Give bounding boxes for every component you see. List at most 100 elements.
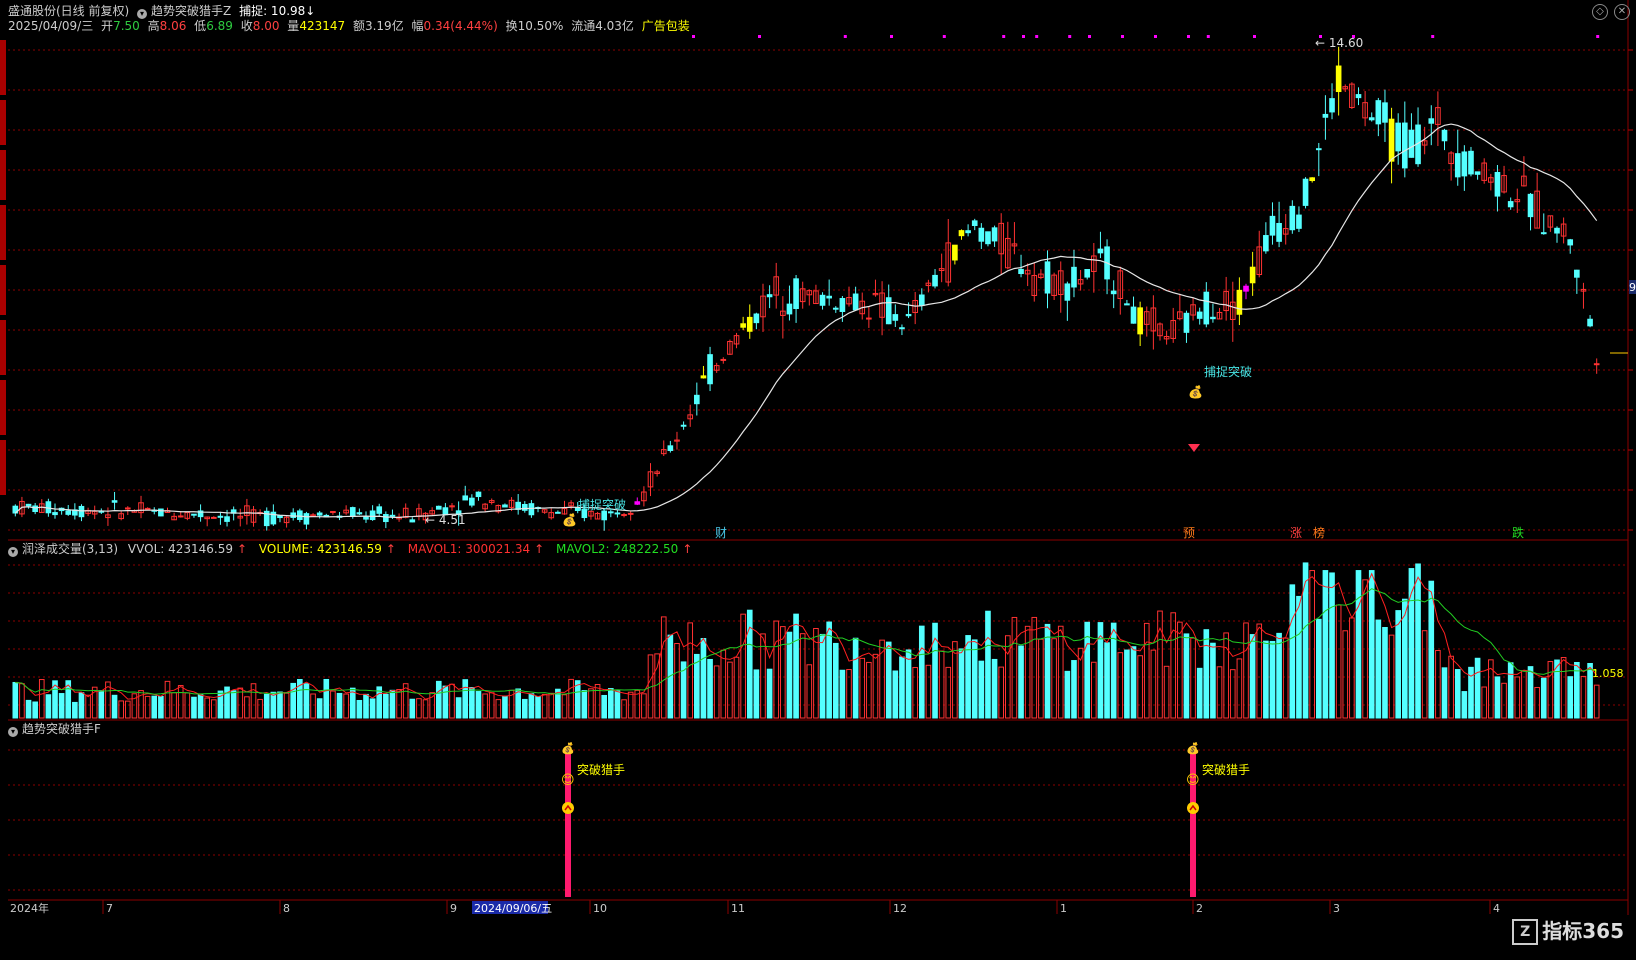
candle-body: [177, 515, 184, 518]
volume-bar: [1322, 570, 1329, 719]
volume-bar: [85, 694, 91, 719]
volume-bar: [151, 695, 158, 719]
volume-bar: [561, 694, 568, 719]
sidebar-tab[interactable]: [0, 440, 6, 495]
candle-body: [958, 230, 965, 237]
indicator-name[interactable]: 趋势突破猎手Z: [151, 4, 231, 18]
volume-bar: [462, 679, 469, 719]
volume-settings-icon[interactable]: ▾: [8, 547, 18, 557]
volume-bar: [746, 609, 753, 719]
collapse-icon[interactable]: ◇: [1592, 4, 1608, 20]
signal-dot: [1187, 35, 1190, 38]
sidebar-tab[interactable]: [0, 40, 6, 95]
indicator-panel-name[interactable]: 趋势突破猎手F: [22, 722, 101, 736]
close-value: 8.00: [252, 19, 280, 33]
signal-dot: [692, 35, 695, 38]
x-month-label-9: 9: [450, 902, 457, 915]
candle-body: [210, 516, 217, 519]
volume-bar: [1117, 652, 1124, 719]
volume-label: 量: [287, 19, 300, 33]
volume-bar: [495, 699, 502, 719]
sidebar-tab[interactable]: [0, 205, 6, 260]
candle-body: [1196, 311, 1203, 319]
volume-bar: [1481, 686, 1488, 719]
candle-body: [462, 495, 469, 501]
candle-body: [1408, 129, 1415, 158]
volume-bar: [905, 649, 912, 719]
indicator-settings-icon[interactable]: ▾: [137, 9, 148, 19]
candle-body: [1130, 306, 1137, 324]
volume-bar: [978, 660, 985, 719]
candle-body: [793, 278, 799, 309]
volume-bar: [1190, 637, 1196, 719]
candle-body: [978, 227, 985, 242]
candle-body: [832, 307, 839, 310]
volume-bar: [535, 696, 541, 719]
signal-dot: [1068, 35, 1072, 38]
candle-body: [1276, 222, 1282, 242]
volume-bar: [482, 693, 488, 719]
volume-bar: [1130, 646, 1137, 719]
candle-body: [899, 327, 905, 330]
volume-bar: [396, 689, 402, 719]
watermark-logo: Z: [1512, 919, 1539, 945]
volume-bar: [852, 637, 859, 719]
volume-series-value: VOLUME: 423146.59: [258, 542, 382, 556]
vvol-arrow: ↑: [237, 542, 248, 556]
candle-body: [1382, 102, 1388, 123]
volume-bar: [283, 692, 290, 719]
volume-bar: [1031, 616, 1038, 719]
candle-body: [1587, 318, 1593, 327]
candle-body: [680, 424, 687, 427]
volume-bar: [383, 693, 389, 719]
volume-bar: [336, 692, 343, 719]
money-bag-icon: 💰: [1188, 385, 1203, 399]
volume-bar: [1163, 665, 1170, 719]
sidebar-tab[interactable]: [0, 380, 6, 435]
chart-canvas[interactable]: ← 14.60← 4.51捕捉突破捕捉突破💰💰9财预涨榜跌1.058💰😊💰😊突破…: [0, 0, 1636, 957]
sidebar-tab[interactable]: [0, 100, 6, 145]
x-month-label-7: 7: [106, 902, 113, 915]
trading-chart[interactable]: ← 14.60 ← 4.51 捕捉突破 捕捉突破 💰 💰 9 财预涨榜跌 1.058 💰 😊 💰 😊 突破…: [0, 0, 1636, 957]
volume-bar: [1567, 676, 1574, 719]
capture-value: 捕捉: 10.98: [239, 4, 306, 18]
volume-bar: [1580, 675, 1587, 719]
close-icon[interactable]: ✕: [1614, 4, 1630, 20]
open-label: 开: [101, 19, 114, 33]
signal-dot: [1154, 35, 1157, 38]
sidebar-tab[interactable]: [0, 150, 6, 200]
signal-dot: [890, 35, 893, 38]
candle-body: [1474, 171, 1481, 175]
volume-bar: [442, 685, 449, 719]
candle-body: [555, 511, 561, 514]
indicator-panel-settings-icon[interactable]: ▾: [8, 727, 18, 737]
candle-body: [65, 510, 72, 515]
volume-right-value: 1.058: [1592, 667, 1624, 680]
volume-bar: [1474, 657, 1481, 719]
ad-link[interactable]: 广告包装: [642, 19, 690, 33]
change-label: 幅: [411, 19, 424, 33]
candle-body: [1236, 289, 1243, 315]
volume-bar: [158, 695, 164, 719]
volume-bar: [1441, 667, 1448, 719]
sidebar-tab[interactable]: [0, 265, 6, 315]
sidebar-tab[interactable]: [0, 320, 6, 375]
vvol-value: VVOL: 423146.59: [127, 542, 234, 556]
volume-bar: [1428, 580, 1435, 719]
volume-bar: [581, 690, 588, 719]
volume-indicator-name[interactable]: 润泽成交量(3,13): [22, 542, 118, 556]
candle-body: [627, 512, 634, 515]
volume-bar: [574, 680, 581, 719]
volume-bar: [1329, 572, 1335, 719]
volume-bar: [912, 667, 918, 719]
low-label: 低: [194, 19, 207, 33]
volume-bar: [1315, 618, 1322, 719]
volume-bar: [720, 649, 727, 719]
volume-bar: [568, 678, 574, 719]
volume-bar: [515, 688, 521, 719]
candle-body: [1507, 201, 1514, 208]
left-sidebar-tabs[interactable]: [0, 0, 7, 540]
volume-bar: [1514, 676, 1521, 719]
volume-bar: [1395, 610, 1402, 719]
volume-bar: [1335, 604, 1342, 719]
